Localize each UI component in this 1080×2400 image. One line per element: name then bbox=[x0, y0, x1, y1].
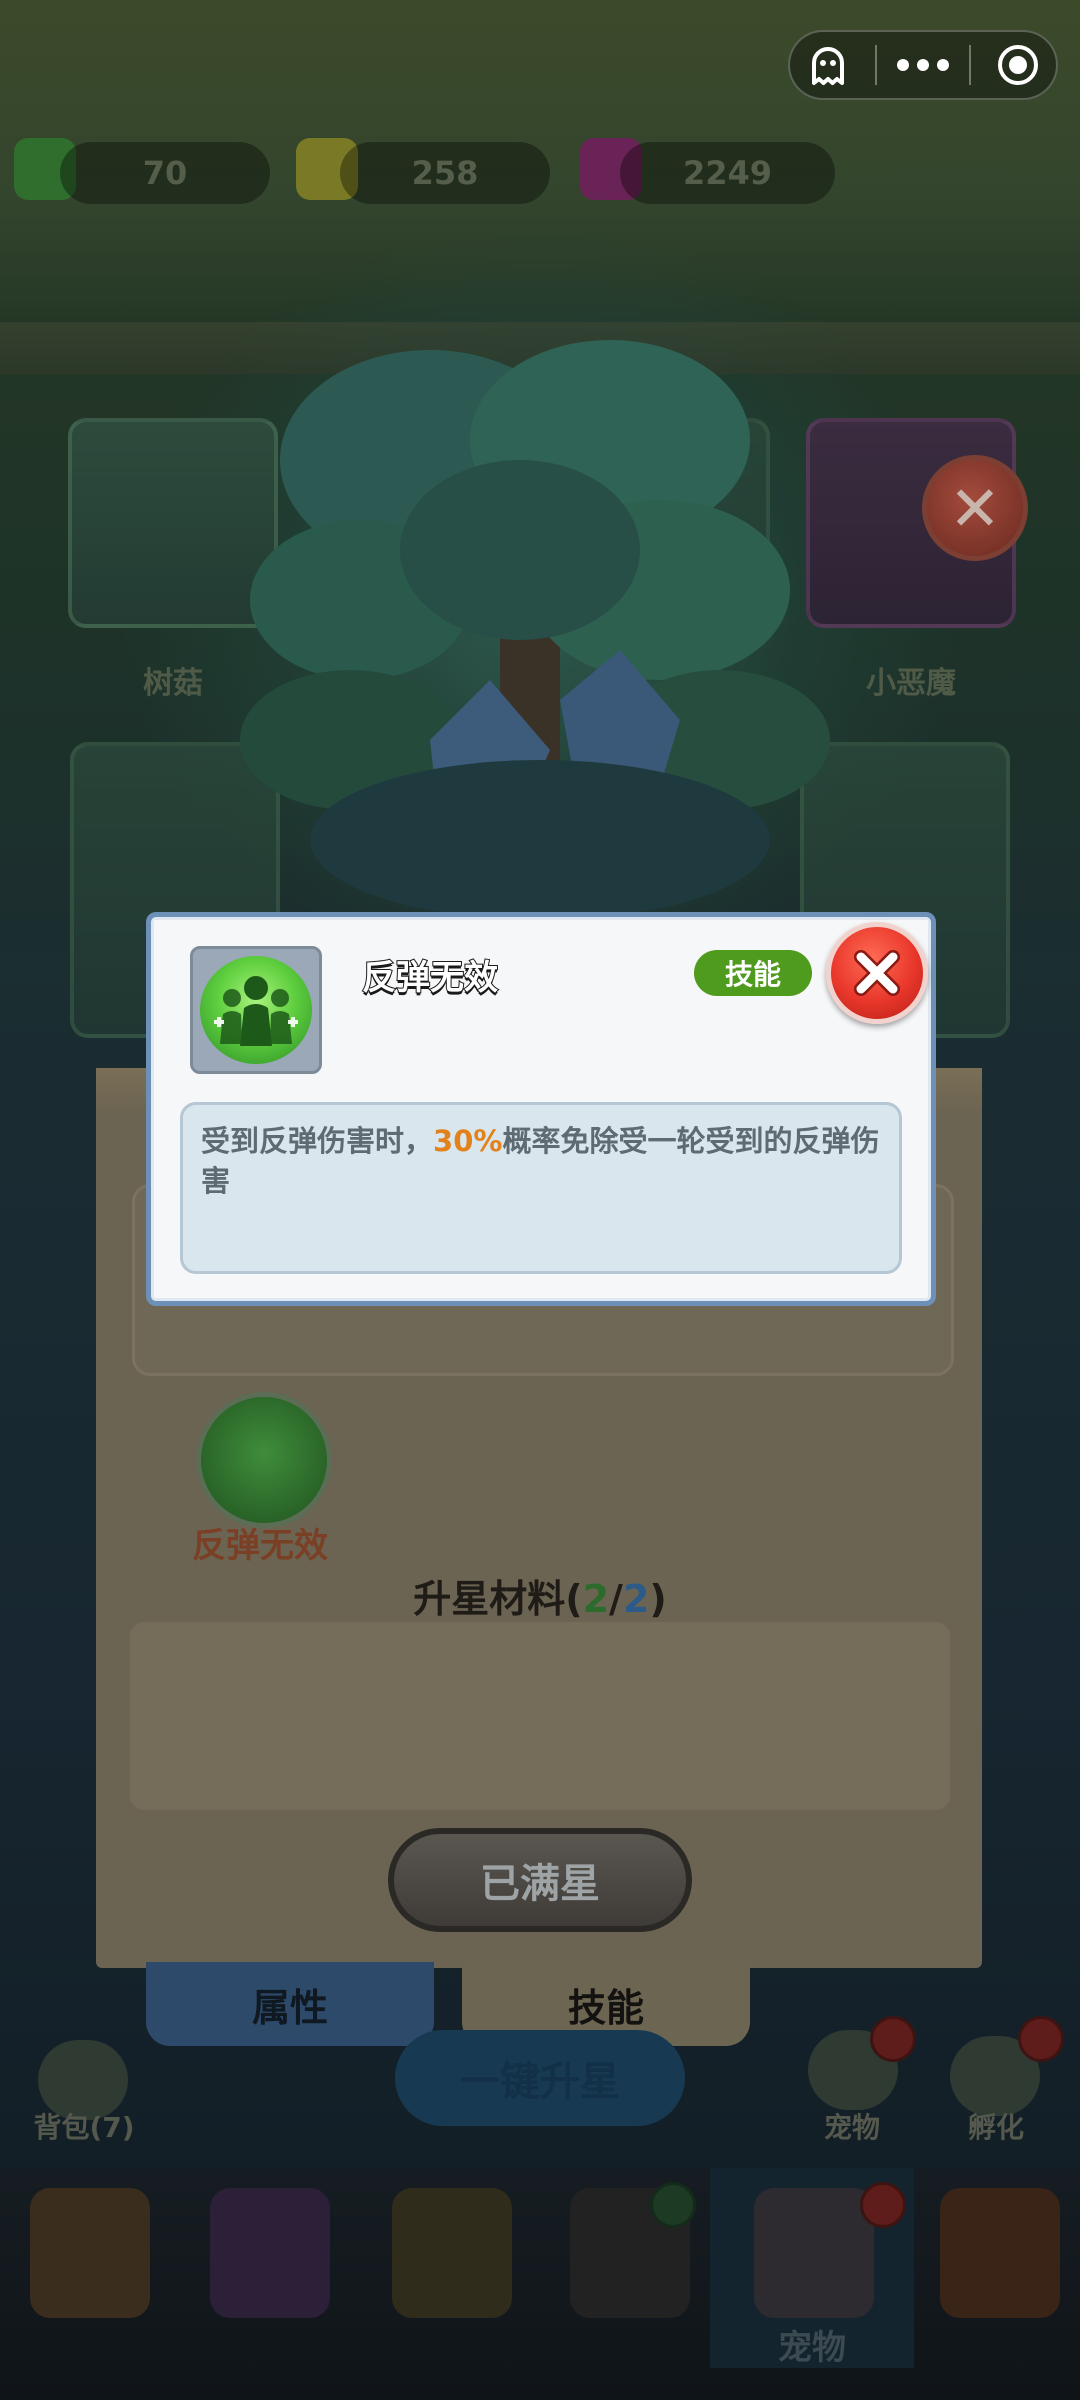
nav-active-label: 宠物 bbox=[778, 2328, 846, 2368]
more-icon[interactable] bbox=[893, 35, 953, 95]
gem-value: 2249 bbox=[682, 154, 773, 192]
tree-illustration bbox=[240, 340, 830, 920]
capsule-divider bbox=[874, 45, 877, 85]
skill-tag-badge: 技能 bbox=[694, 950, 812, 996]
close-icon[interactable] bbox=[826, 922, 928, 1024]
dialog-title: 反弹无效 bbox=[361, 957, 499, 999]
rebound-immune-icon bbox=[200, 956, 312, 1064]
star-value: 258 bbox=[411, 154, 479, 192]
hatch-label: 孵化 bbox=[967, 2111, 1024, 2144]
materials-box bbox=[130, 1622, 950, 1810]
energy-value: 70 bbox=[142, 154, 188, 192]
skill-description: 受到反弹伤害时，30%概率免除受一轮受到的反弹伤害 bbox=[180, 1102, 902, 1274]
gem-counter: 2249 bbox=[620, 142, 835, 204]
materials-prefix: 升星材料( bbox=[413, 1577, 583, 1621]
full-star-button[interactable]: 已满星 bbox=[388, 1828, 692, 1932]
energy-counter: 70 bbox=[60, 142, 270, 204]
tab-skills-label: 技能 bbox=[567, 1985, 644, 2030]
notification-dot bbox=[870, 2016, 916, 2062]
one-click-upgrade-button[interactable]: 一键升星 bbox=[395, 2030, 685, 2126]
materials-total: 2 bbox=[622, 1577, 650, 1621]
full-star-label: 已满星 bbox=[480, 1861, 600, 1907]
upgrade-badge-icon bbox=[650, 2182, 696, 2228]
materials-suffix: ) bbox=[649, 1577, 667, 1621]
chest-icon[interactable] bbox=[940, 2188, 1060, 2318]
pet-nav-icon[interactable] bbox=[754, 2188, 874, 2318]
materials-current: 2 bbox=[582, 1577, 610, 1621]
skill-rebound-immune-icon[interactable] bbox=[196, 1392, 332, 1528]
notification-dot bbox=[1018, 2016, 1064, 2062]
desc-highlight: 30% bbox=[433, 1124, 503, 1158]
desc-before: 受到反弹伤害时， bbox=[201, 1124, 434, 1158]
pet-side-label: 宠物 bbox=[823, 2111, 880, 2144]
cards-icon[interactable] bbox=[210, 2188, 330, 2318]
bottom-nav bbox=[0, 2168, 1080, 2400]
mini-program-capsule bbox=[788, 30, 1058, 100]
tab-attributes-label: 属性 bbox=[251, 1985, 328, 2030]
battle-icon[interactable] bbox=[392, 2188, 512, 2318]
materials-title: 升星材料(2/2) bbox=[0, 1568, 1080, 1623]
notification-dot bbox=[860, 2182, 906, 2228]
star-counter: 258 bbox=[340, 142, 550, 204]
upgrade-label: 一键升星 bbox=[460, 2059, 620, 2105]
record-icon[interactable] bbox=[988, 35, 1048, 95]
ghost-icon[interactable] bbox=[798, 35, 858, 95]
skill-label: 反弹无效 bbox=[192, 1526, 328, 1566]
skill-icon-frame bbox=[190, 946, 322, 1074]
shop-icon[interactable] bbox=[30, 2188, 150, 2318]
materials-sep: / bbox=[609, 1577, 623, 1621]
tab-attributes[interactable]: 属性 bbox=[146, 1962, 434, 2046]
remove-pet-icon[interactable]: ✕ bbox=[922, 455, 1028, 561]
capsule-divider bbox=[969, 45, 972, 85]
backpack-label: 背包(7) bbox=[33, 2111, 135, 2144]
